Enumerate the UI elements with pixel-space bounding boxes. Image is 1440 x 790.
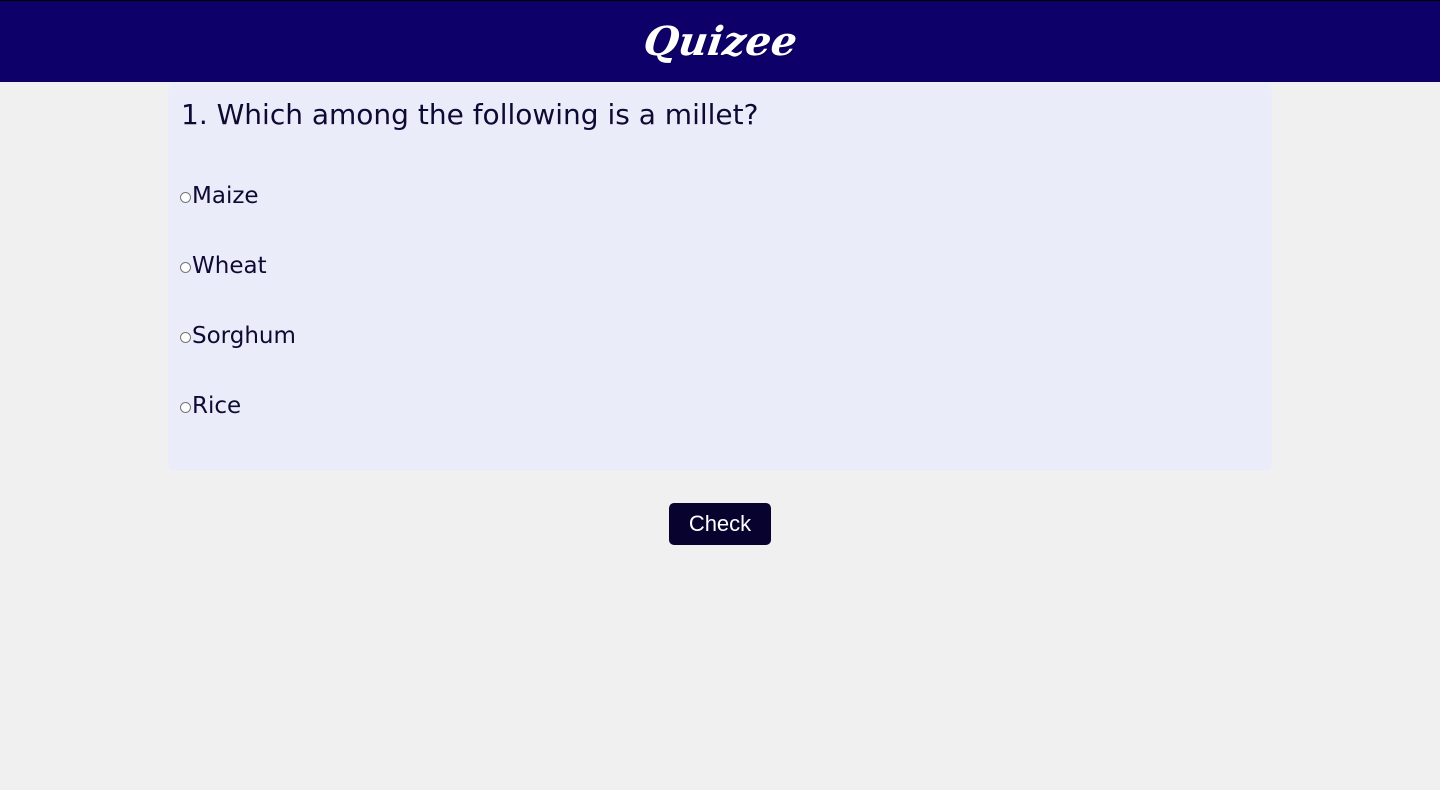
option-label: Rice (192, 393, 242, 419)
option-maize[interactable]: Maize (180, 182, 259, 210)
radio-button-wheat[interactable] (180, 261, 191, 273)
option-label: Wheat (192, 253, 267, 279)
option-rice[interactable]: Rice (180, 392, 241, 420)
radio-button-sorghum[interactable] (180, 331, 191, 343)
radio-button-rice[interactable] (180, 401, 191, 413)
radio-button-maize[interactable] (180, 191, 191, 203)
option-wheat[interactable]: Wheat (180, 252, 267, 280)
check-button[interactable]: Check (669, 503, 771, 545)
question-card: 1. Which among the following is a millet… (168, 84, 1272, 471)
option-label: Sorghum (192, 323, 296, 349)
quizee-logo: Quizee (640, 17, 800, 65)
option-label: Maize (192, 183, 259, 209)
option-sorghum[interactable]: Sorghum (180, 322, 296, 350)
question-text: 1. Which among the following is a millet… (181, 98, 759, 131)
app-header: Quizee (0, 0, 1440, 82)
